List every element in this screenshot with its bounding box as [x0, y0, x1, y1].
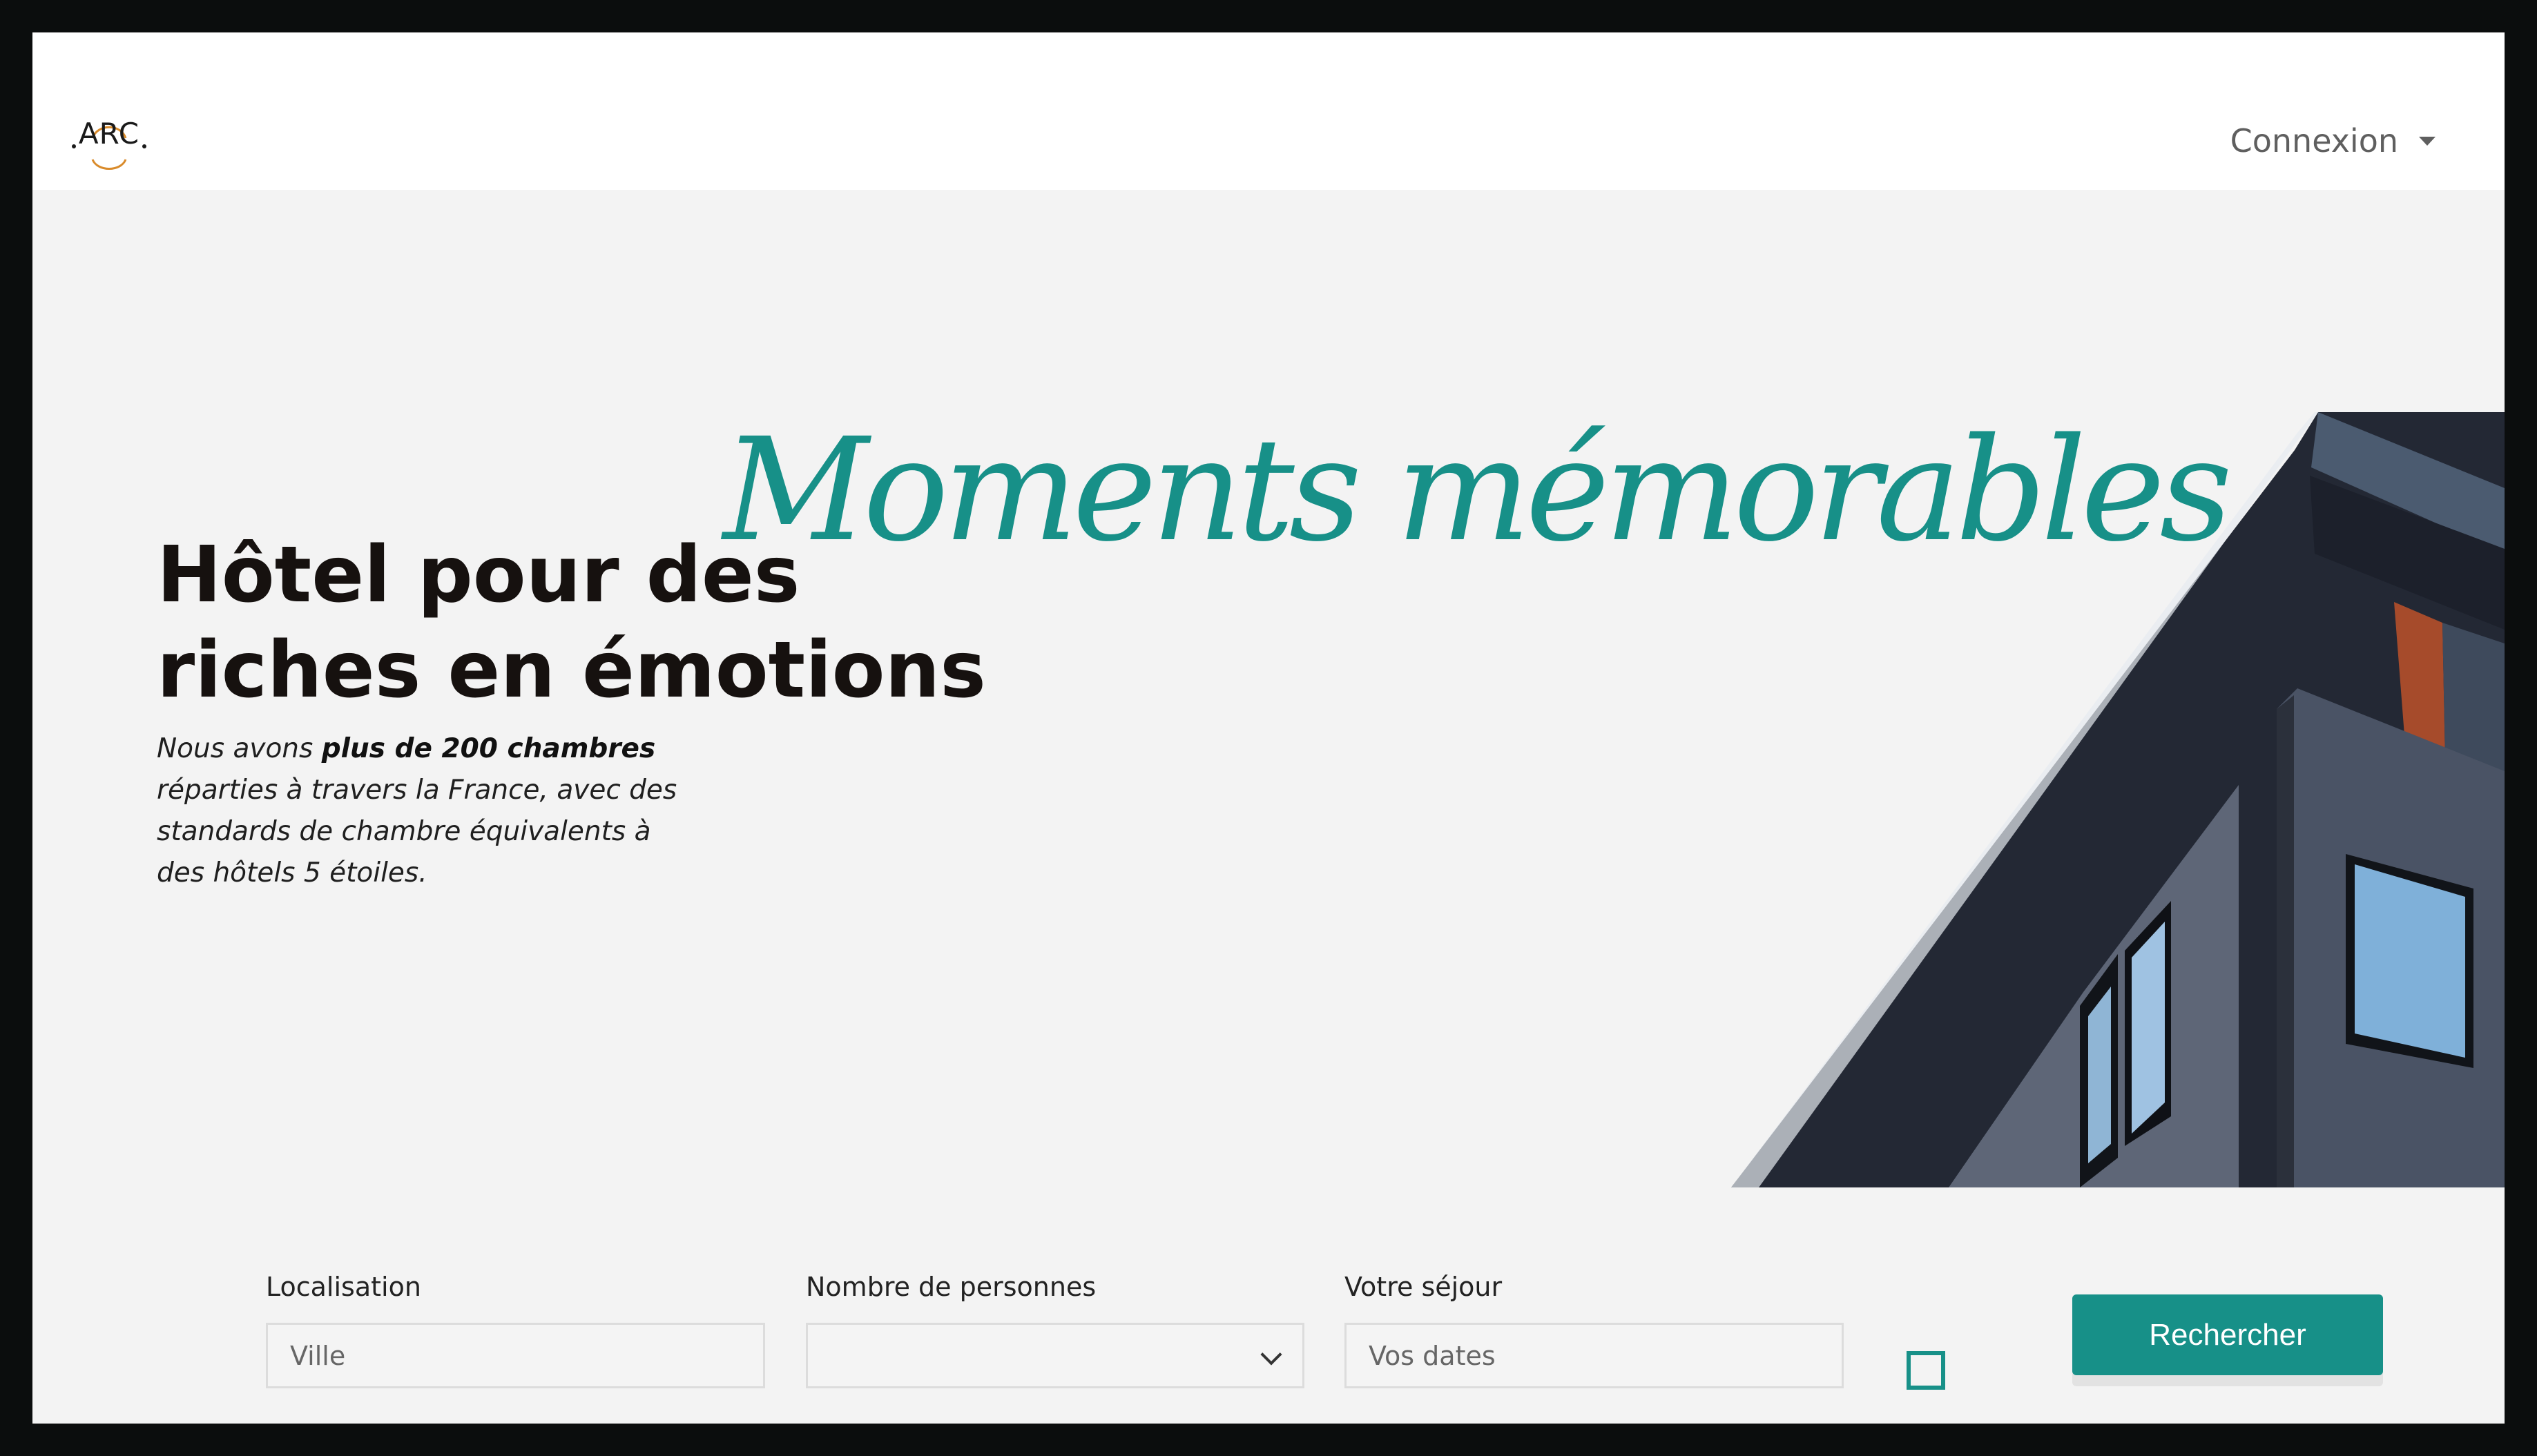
hotel-building-image: [1731, 412, 2505, 1187]
caret-down-icon: [2419, 136, 2435, 146]
app-window: ARC Connexion Hôtel pour des riches en é…: [32, 32, 2505, 1424]
search-button[interactable]: Rechercher: [2072, 1294, 2383, 1375]
location-placeholder: Ville: [290, 1340, 346, 1371]
stay-label: Votre séjour: [1344, 1272, 1503, 1302]
people-select[interactable]: [806, 1323, 1304, 1388]
logo-text: ARC: [78, 117, 140, 151]
chevron-down-icon: [1260, 1343, 1282, 1366]
login-label: Connexion: [2230, 122, 2398, 159]
location-label: Localisation: [266, 1272, 421, 1302]
stay-placeholder: Vos dates: [1369, 1340, 1496, 1371]
hero-intro: Nous avons plus de 200 chambres répartie…: [157, 728, 682, 894]
intro-bold: plus de 200 chambres: [321, 733, 656, 764]
headline-line2: riches en émotions: [157, 625, 986, 715]
top-navbar: ARC Connexion: [32, 32, 2505, 190]
people-label: Nombre de personnes: [806, 1272, 1097, 1302]
location-input[interactable]: Ville: [266, 1323, 765, 1388]
arc-logo[interactable]: ARC: [71, 117, 147, 175]
login-dropdown[interactable]: Connexion: [2230, 122, 2435, 159]
intro-part2: réparties à travers la France, avec des …: [157, 775, 677, 889]
stay-input[interactable]: Vos dates: [1344, 1323, 1844, 1388]
intro-part1: Nous avons: [157, 733, 322, 764]
search-checkbox[interactable]: [1907, 1351, 1945, 1390]
